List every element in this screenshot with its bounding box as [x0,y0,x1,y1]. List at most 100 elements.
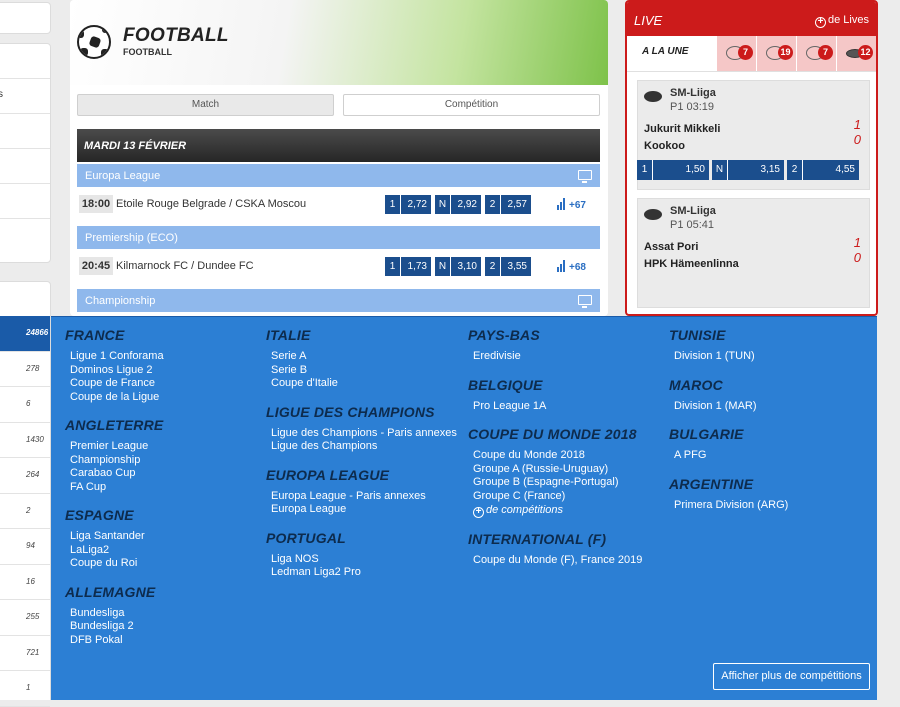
menu-link[interactable]: A PFG [669,449,869,463]
match-name[interactable]: Kilmarnock FC / Dundee FC [116,260,254,272]
odd-button-home[interactable]: 1 2,72 [385,195,431,214]
stats-icon [557,198,566,213]
tab-competition[interactable]: Compétition [343,94,600,116]
count-cell[interactable]: 1430 [0,423,50,458]
live-count-badge: 19 [778,45,794,60]
menu-link[interactable]: Coupe de France [65,377,265,391]
menu-group: ITALIE Serie A Serie B Coupe d'Italie [266,327,466,391]
count-cell[interactable]: 6 [0,387,50,423]
menu-column: TUNISIE Division 1 (TUN) MAROC Division … [669,327,869,525]
count-cell[interactable]: 721 [0,636,50,671]
menu-group-title: EUROPA LEAGUE [266,466,390,483]
more-lives-link[interactable]: + de Lives [815,14,869,28]
menu-group-title: BULGARIE [669,426,744,442]
menu-group-title: ALLEMAGNE [65,583,156,600]
menu-link[interactable]: Ligue des Champions [266,440,466,454]
left-card-top [0,2,51,34]
football-icon [77,25,111,59]
menu-link[interactable]: Coupe de la Ligue [65,391,265,405]
left-nav-item[interactable] [0,184,50,219]
match-name[interactable]: Etoile Rouge Belgrade / CSKA Moscou [116,198,306,210]
odd-button-away[interactable]: 2 4,55 [787,160,859,180]
menu-link[interactable]: Pro League 1A [468,400,668,414]
menu-link[interactable]: Bundesliga 2 [65,620,265,634]
live-score-away: 0 [853,250,861,265]
live-panel: LIVE + de Lives A LA UNE 7 19 7 12 SM-Lii… [625,0,878,316]
menu-link[interactable]: Liga Santander [65,530,265,544]
count-cell[interactable]: 24866 [0,316,50,352]
count-cell[interactable]: 1 [0,671,50,707]
more-bets-link[interactable]: +68 [557,260,586,275]
left-nav-item[interactable] [0,44,50,79]
menu-group-title: PORTUGAL [266,529,346,546]
hockey-puck-icon [644,91,662,102]
count-cell[interactable]: 278 [0,352,50,387]
menu-group: COUPE DU MONDE 2018 Coupe du Monde 2018 … [468,426,668,518]
live-match-card[interactable]: SM-Liiga P1 03:19 Jukurit Mikkeli Kookoo… [637,80,870,190]
odd-button-home[interactable]: 1 1,73 [385,257,431,276]
league-header-championship[interactable]: Championship [77,289,600,312]
menu-link[interactable]: Coupe du Monde 2018 [468,449,668,463]
more-competitions-link[interactable]: + de compétitions [468,503,668,518]
menu-link[interactable]: Liga NOS [266,553,466,567]
menu-group: INTERNATIONAL (F) Coupe du Monde (F), Fr… [468,531,668,568]
menu-link[interactable]: Groupe B (Espagne-Portugal) [468,476,668,490]
menu-link[interactable]: Championship [65,454,265,468]
left-nav-item[interactable] [0,114,50,149]
menu-link[interactable]: Bundesliga [65,607,265,621]
count-cell[interactable]: 94 [0,529,50,565]
live-sport-tab-basketball[interactable]: 7 [796,36,837,71]
menu-link[interactable]: Division 1 (MAR) [669,400,869,414]
odd-button-away[interactable]: 2 2,57 [485,195,531,214]
odd-value: 4,55 [835,164,855,175]
left-nav-item[interactable] [0,219,50,254]
more-bets-link[interactable]: +67 [557,198,586,213]
menu-link[interactable]: Groupe C (France) [468,490,668,504]
tab-a-la-une[interactable]: A LA UNE [627,36,717,71]
menu-link[interactable]: Dominos Ligue 2 [65,364,265,378]
tab-match[interactable]: Match [77,94,334,116]
live-sport-tab-tennis[interactable]: 19 [756,36,797,71]
live-sport-tab-football[interactable]: 7 [716,36,757,71]
menu-link[interactable]: Coupe du Monde (F), France 2019 [468,554,668,568]
menu-link[interactable]: Serie A [266,350,466,364]
match-row[interactable]: 18:00 Etoile Rouge Belgrade / CSKA Mosco… [77,187,600,227]
odd-button-draw[interactable]: N 2,92 [435,195,481,214]
menu-link[interactable]: Europa League - Paris annexes [266,490,466,504]
left-nav-item[interactable] [0,149,50,184]
count-cell[interactable]: 16 [0,565,50,600]
menu-link[interactable]: FA Cup [65,481,265,495]
odd-button-draw[interactable]: N 3,15 [712,160,784,180]
league-header-premiership[interactable]: Premiership (ECO) [77,226,600,249]
menu-link[interactable]: DFB Pokal [65,634,265,648]
menu-group: ARGENTINE Primera Division (ARG) [669,476,869,513]
count-cell[interactable]: 255 [0,600,50,636]
menu-group: FRANCE Ligue 1 Conforama Dominos Ligue 2… [65,327,265,404]
menu-link[interactable]: Ledman Liga2 Pro [266,566,466,580]
menu-link[interactable]: Europa League [266,503,466,517]
odd-button-away[interactable]: 2 3,55 [485,257,531,276]
menu-link[interactable]: Serie B [266,364,466,378]
menu-link[interactable]: Carabao Cup [65,467,265,481]
menu-group-title: MAROC [669,376,723,393]
menu-link[interactable]: Groupe A (Russie-Uruguay) [468,463,668,477]
menu-link[interactable]: Primera Division (ARG) [669,499,869,513]
menu-link[interactable]: Ligue des Champions - Paris annexes [266,427,466,441]
show-more-competitions-button[interactable]: Afficher plus de compétitions [713,663,870,690]
menu-link[interactable]: Division 1 (TUN) [669,350,869,364]
live-match-card[interactable]: SM-Liiga P1 05:41 Assat Pori HPK Hämeenl… [637,198,870,308]
menu-link[interactable]: Ligue 1 Conforama [65,350,265,364]
count-cell[interactable]: 264 [0,458,50,494]
menu-link[interactable]: Eredivisie [468,350,668,364]
count-cell[interactable]: 2 [0,494,50,529]
match-row[interactable]: 20:45 Kilmarnock FC / Dundee FC 1 1,73 N3… [77,249,600,289]
odd-button-home[interactable]: 1 1,50 [637,160,709,180]
menu-link[interactable]: LaLiga2 [65,544,265,558]
odd-button-draw[interactable]: N 3,10 [435,257,481,276]
live-sport-tab-hockey[interactable]: 12 [836,36,876,71]
menu-link[interactable]: Coupe du Roi [65,557,265,571]
league-header-europa-league[interactable]: Europa League [77,164,600,187]
left-nav-item[interactable]: s [0,79,50,114]
menu-link[interactable]: Premier League [65,440,265,454]
menu-link[interactable]: Coupe d'Italie [266,377,466,391]
